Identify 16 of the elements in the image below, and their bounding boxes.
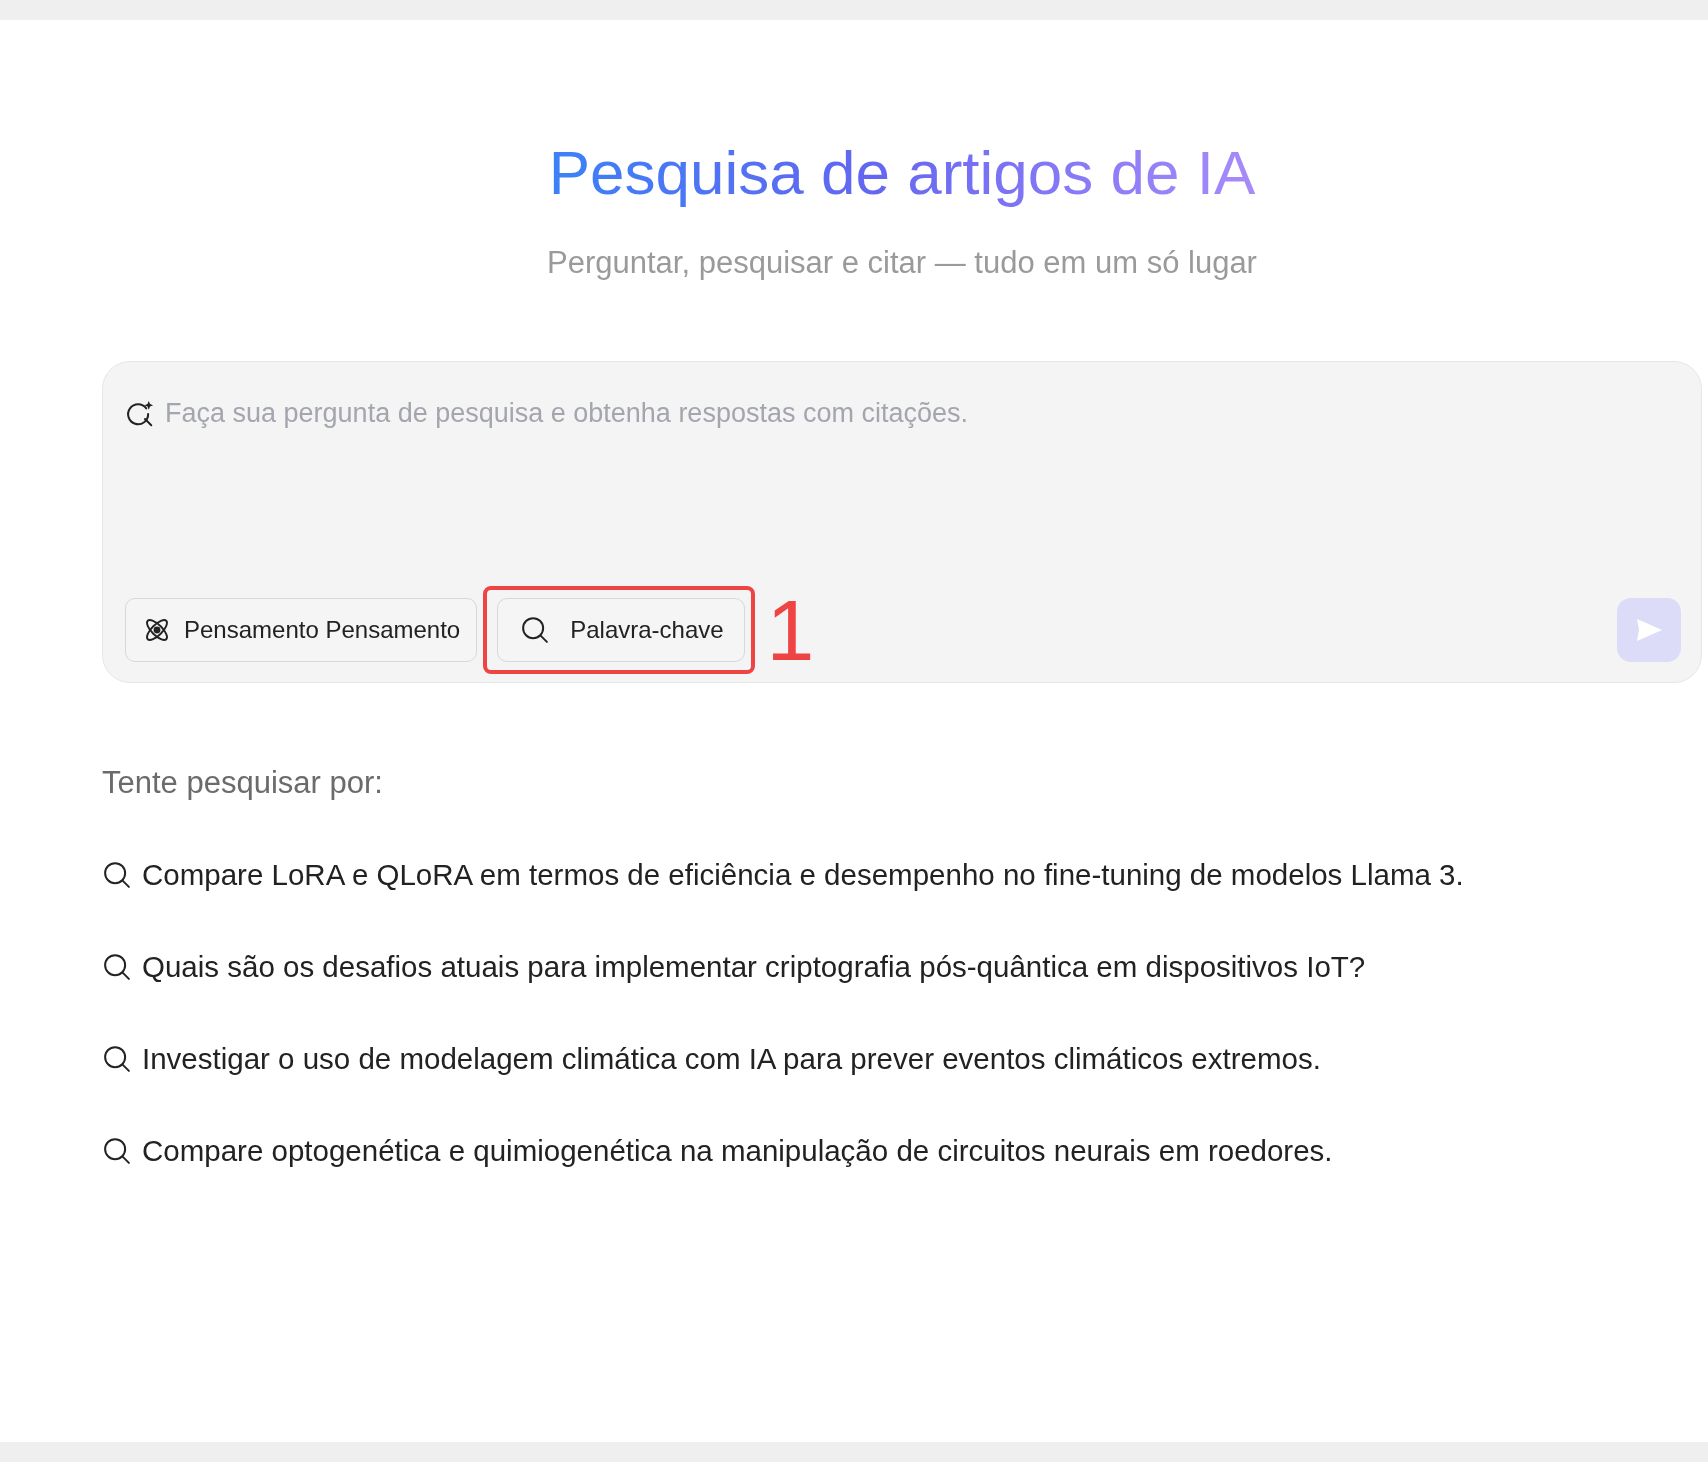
suggestion-link[interactable]: Investigar o uso de modelagem climática com IA para prever eventos climáticos extremos. xyxy=(142,1041,1321,1077)
question-input[interactable]: Faça sua pergunta de pesquisa e obtenha respostas com citações. xyxy=(165,398,1681,429)
suggestion-link[interactable]: Compare LoRA e QLoRA em termos de eficiência e desempenho no fine-tuning de modelos Llama 3. xyxy=(142,857,1464,893)
search-icon xyxy=(520,615,551,645)
search-icon xyxy=(102,1044,132,1074)
search-icon xyxy=(102,1136,132,1166)
search-icon xyxy=(102,952,132,982)
annotation-number: 1 xyxy=(766,582,815,678)
suggestions-heading: Tente pesquisar por: xyxy=(102,765,384,801)
suggestion-link[interactable]: Quais são os desafios atuais para implementar criptografia pós-quântica em dispositivos IoT? xyxy=(142,949,1366,985)
keyword-button[interactable]: Palavra-chave xyxy=(497,598,745,662)
suggestion-link[interactable]: Compare optogenética e quimiogenética na manipulação de circuitos neurais em roedores. xyxy=(142,1133,1333,1169)
search-icon xyxy=(102,860,132,890)
send-icon xyxy=(1634,617,1664,643)
page-subtitle: Perguntar, pesquisar e citar — tudo em um só lugar xyxy=(547,245,1257,281)
thinking-button[interactable]: Pensamento Pensamento xyxy=(125,598,478,662)
